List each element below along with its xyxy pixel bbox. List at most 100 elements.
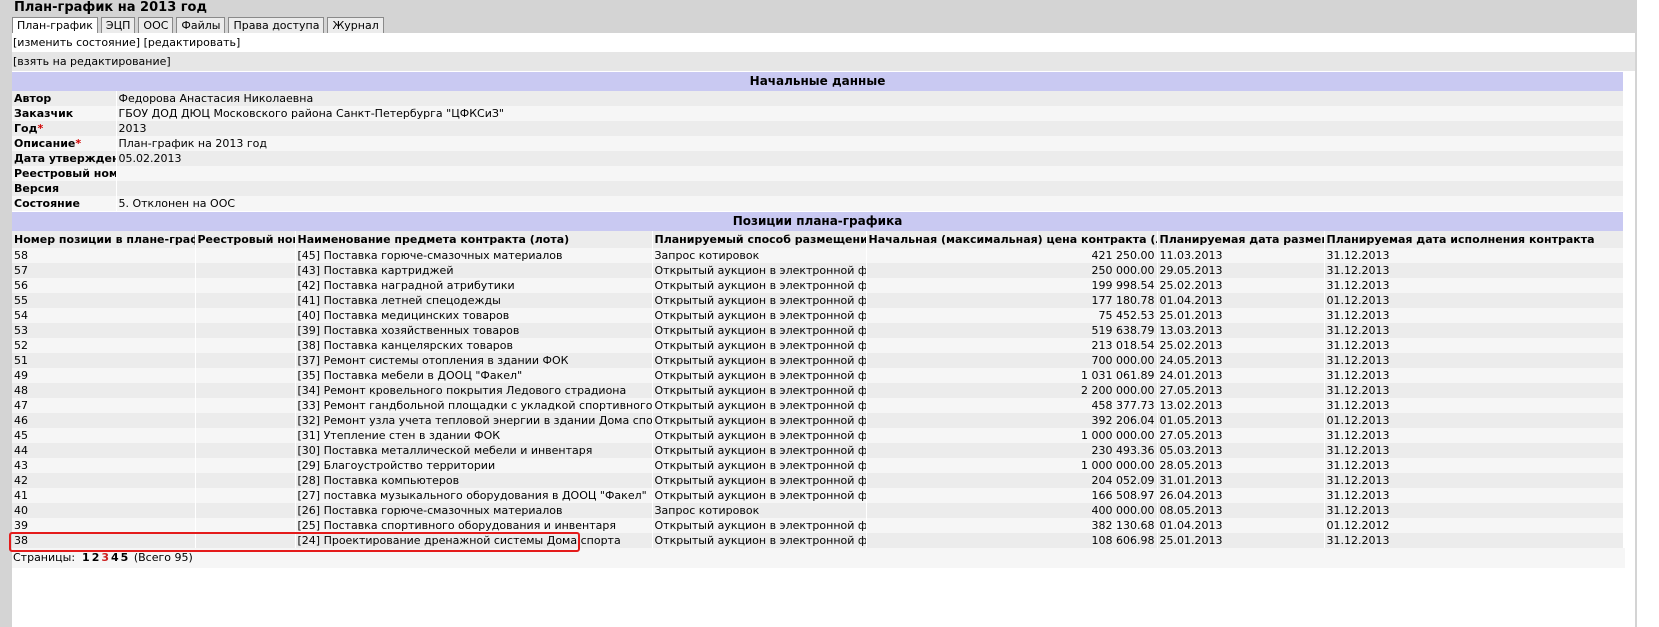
tab-bar: План-график ЭЦП ООС Файлы Права доступа Журна… — [12, 17, 384, 34]
contract-subject: [29] Благоустройство территории — [295, 458, 653, 473]
position-number: 51 — [12, 353, 196, 368]
execution-date: 31.12.2013 — [1324, 533, 1624, 548]
placement-date: 31.01.2013 — [1157, 473, 1325, 488]
page-link-4[interactable]: 4 — [111, 551, 119, 564]
execution-date: 31.12.2013 — [1324, 353, 1624, 368]
position-number: 42 — [12, 473, 196, 488]
contract-subject: [30] Поставка металлической мебели и инв… — [295, 443, 653, 458]
position-number: 52 — [12, 338, 196, 353]
contract-subject: [39] Поставка хозяйственных товаров — [295, 323, 653, 338]
field-row: Год* 2013 — [12, 121, 1624, 136]
registry-number — [195, 278, 296, 293]
column-header-label: Реестровый номер — [197, 233, 295, 246]
tab-3[interactable]: Файлы — [176, 17, 226, 33]
registry-number — [195, 518, 296, 533]
column-header-label: Номер позиции в плане-графике — [14, 233, 194, 246]
column-header-label: Планируемая дата исполнения контракта — [1326, 233, 1595, 246]
take-edit-link[interactable]: [взять на редактирование] — [13, 55, 171, 68]
scrollbar-track[interactable] — [1637, 0, 1659, 627]
table-row[interactable]: 47 [33] Ремонт гандбольной площадки с укл… — [12, 398, 1624, 413]
table-row[interactable]: 55 [41] Поставка летней спецодежды Открыты… — [12, 293, 1624, 308]
tab-1[interactable]: ЭЦП — [100, 17, 136, 33]
required-mark: * — [75, 137, 82, 150]
tab-4[interactable]: Права доступа — [228, 17, 325, 33]
table-row[interactable]: 49 [35] Поставка мебели в ДООЦ "Факел" Отк… — [12, 368, 1624, 383]
table-row[interactable]: 45 [31] Утепление стен в здании ФОК Открыт… — [12, 428, 1624, 443]
column-header[interactable]: Номер позиции в плане-графике — [12, 231, 196, 248]
contract-subject: [41] Поставка летней спецодежды — [295, 293, 653, 308]
page-link-1[interactable]: 1 — [82, 551, 90, 564]
contract-subject: [34] Ремонт кровельного покрытия Ледовог… — [295, 383, 653, 398]
positions-table: Позиции плана-графика Номер позиции в пл… — [12, 211, 1624, 548]
column-header-label: Начальная (максимальная) цена контракта … — [868, 233, 1157, 246]
placement-method: Открытый аукцион в электронной форме — [652, 443, 867, 458]
max-price: 75 452.53 — [866, 308, 1158, 323]
contract-subject: [31] Утепление стен в здании ФОК — [295, 428, 653, 443]
contract-subject: [32] Ремонт узла учета тепловой энергии … — [295, 413, 653, 428]
placement-method: Открытый аукцион в электронной форме — [652, 323, 867, 338]
placement-date: 11.03.2013 — [1157, 248, 1325, 263]
tab-2[interactable]: ООС — [138, 17, 174, 33]
page-link-3[interactable]: 3 — [101, 551, 109, 564]
placement-date: 25.02.2013 — [1157, 278, 1325, 293]
field-label: Версия — [14, 182, 60, 195]
placement-method: Открытый аукцион в электронной форме — [652, 518, 867, 533]
page-link-2[interactable]: 2 — [92, 551, 100, 564]
registry-number — [195, 533, 296, 548]
max-price: 519 638.79 — [866, 323, 1158, 338]
table-row[interactable]: 54 [40] Поставка медицинских товаров Откры… — [12, 308, 1624, 323]
registry-number — [195, 338, 296, 353]
table-row[interactable]: 43 [29] Благоустройство территории Открыты… — [12, 458, 1624, 473]
table-row[interactable]: 58 [45] Поставка горюче-смазочных материа… — [12, 248, 1624, 263]
field-label: Дата утверждения — [14, 152, 116, 165]
registry-number — [195, 263, 296, 278]
registry-number — [195, 398, 296, 413]
registry-number — [195, 353, 296, 368]
max-price: 700 000.00 — [866, 353, 1158, 368]
required-mark: * — [37, 122, 44, 135]
table-row[interactable]: 38 [24] Проектирование дренажной системы … — [12, 533, 1624, 548]
column-header: Начальная (максимальная) цена контракта … — [866, 231, 1158, 248]
max-price: 204 052.09 — [866, 473, 1158, 488]
table-row[interactable]: 41 [27] поставка музыкального оборудовани… — [12, 488, 1624, 503]
max-price: 199 998.54 — [866, 278, 1158, 293]
page-title: План-график на 2013 год — [14, 0, 207, 15]
field-label-cell: Версия — [12, 181, 117, 196]
table-row[interactable]: 56 [42] Поставка наградной атрибутики Откр… — [12, 278, 1624, 293]
max-price: 108 606.98 — [866, 533, 1158, 548]
change-state-link[interactable]: [изменить состояние] — [13, 36, 140, 49]
execution-date: 31.12.2013 — [1324, 503, 1624, 518]
field-value: План-график на 2013 год — [116, 136, 1624, 151]
field-row: Дата утверждения*05.02.2013 — [12, 151, 1624, 166]
registry-number — [195, 473, 296, 488]
table-row[interactable]: 51 [37] Ремонт системы отопления в здании… — [12, 353, 1624, 368]
table-row[interactable]: 40 [26] Поставка горюче-смазочных материа… — [12, 503, 1624, 518]
edit-link[interactable]: [редактировать] — [144, 36, 241, 49]
tab-5[interactable]: Журнал — [327, 17, 384, 33]
execution-date: 01.12.2013 — [1324, 293, 1624, 308]
placement-date: 01.04.2013 — [1157, 518, 1325, 533]
tab-0[interactable]: План-график — [12, 17, 98, 34]
table-row[interactable]: 42 [28] Поставка компьютеров Открытый аукц… — [12, 473, 1624, 488]
column-header: Планируемая дата исполнения контракта — [1324, 231, 1624, 248]
max-price: 392 206.04 — [866, 413, 1158, 428]
field-row: Версия — [12, 181, 1624, 196]
table-row[interactable]: 48 [34] Ремонт кровельного покрытия Ледов… — [12, 383, 1624, 398]
placement-date: 01.04.2013 — [1157, 293, 1325, 308]
table-row[interactable]: 44 [30] Поставка металлической мебели и и… — [12, 443, 1624, 458]
registry-number — [195, 293, 296, 308]
registry-number — [195, 368, 296, 383]
table-row[interactable]: 52 [38] Поставка канцелярских товаров Откр… — [12, 338, 1624, 353]
max-price: 230 493.36 — [866, 443, 1158, 458]
page-link-5[interactable]: 5 — [121, 551, 129, 564]
field-label: Год — [14, 122, 38, 135]
max-price: 458 377.73 — [866, 398, 1158, 413]
pager-label: Страницы: — [13, 551, 76, 564]
execution-date: 01.12.2013 — [1324, 413, 1624, 428]
table-row[interactable]: 46 [32] Ремонт узла учета тепловой энерги… — [12, 413, 1624, 428]
table-row[interactable]: 53 [39] Поставка хозяйственных товаров Отк… — [12, 323, 1624, 338]
column-header: Реестровый номер — [195, 231, 296, 248]
table-row[interactable]: 39 [25] Поставка спортивного оборудования… — [12, 518, 1624, 533]
position-number: 55 — [12, 293, 196, 308]
table-row[interactable]: 57 [43] Поставка картриджей Открытый аукци… — [12, 263, 1624, 278]
